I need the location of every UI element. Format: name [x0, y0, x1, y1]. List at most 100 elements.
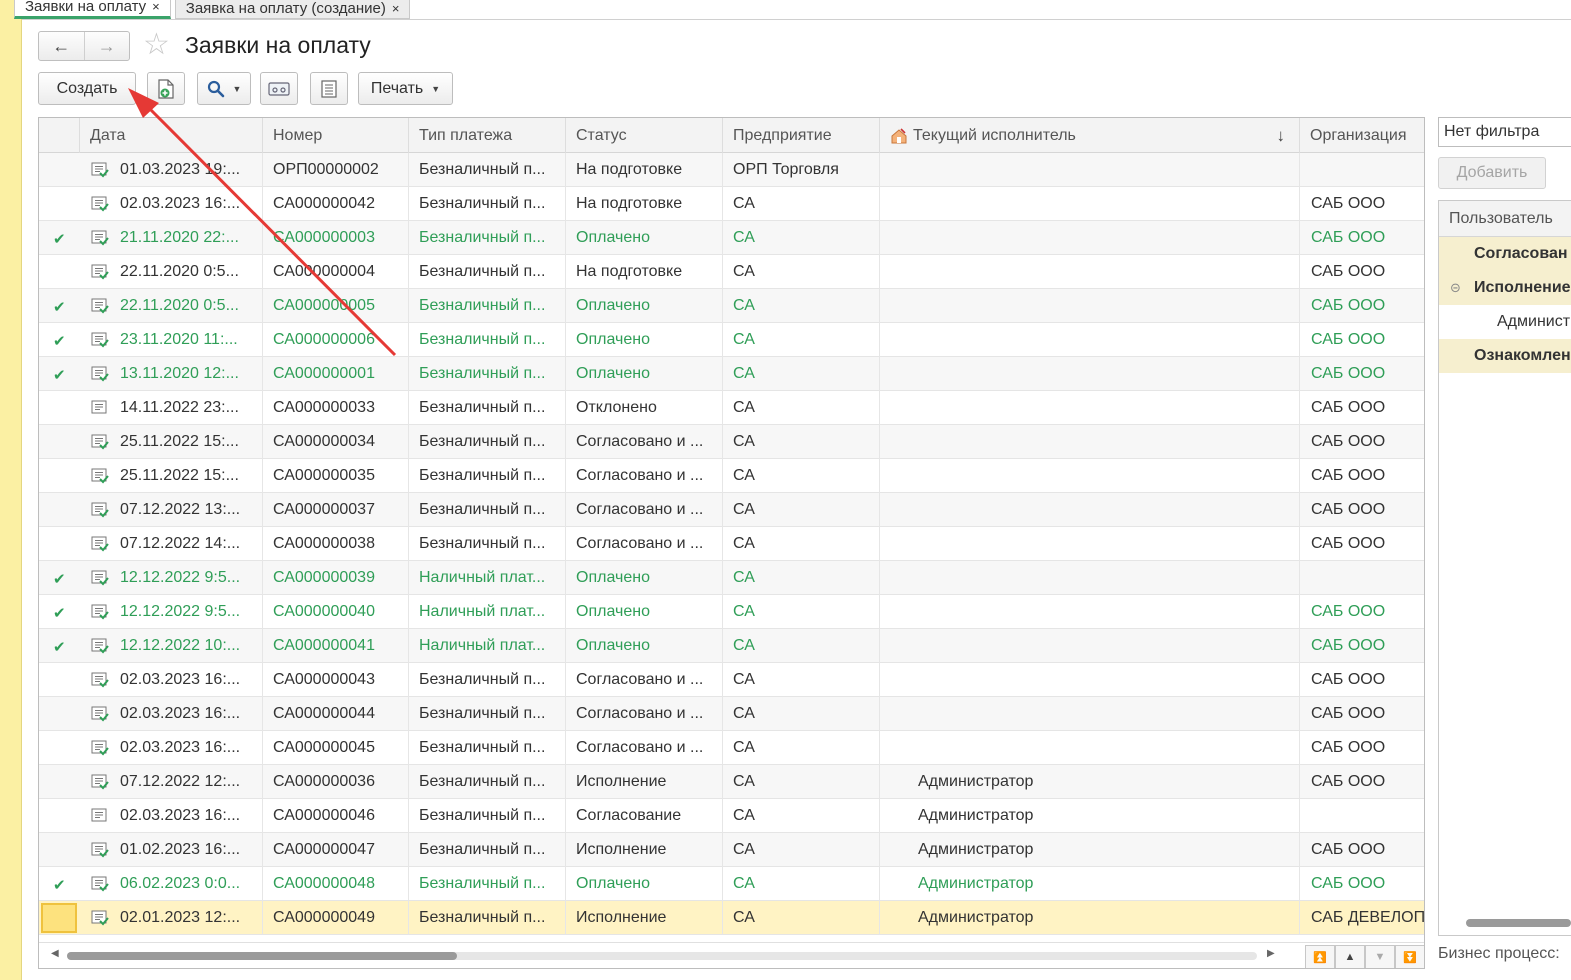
go-to-first-icon[interactable]: ⏫: [1305, 945, 1335, 968]
tab-payment-requests[interactable]: Заявки на оплату ×: [14, 0, 171, 19]
scroll-right-icon[interactable]: ▶: [1267, 948, 1275, 959]
scroll-left-icon[interactable]: ◀: [51, 948, 59, 959]
table-row[interactable]: 02.03.2023 16:... СА000000043 Безналичный …: [39, 663, 1424, 697]
column-header-user[interactable]: Пользователь: [1439, 201, 1571, 237]
print-button[interactable]: Печать ▼: [358, 72, 453, 105]
cell-enterprise: СА: [723, 901, 880, 935]
table-row[interactable]: 22.11.2020 0:5... СА000000004 Безналичный …: [39, 255, 1424, 289]
cell-status: Согласовано и ...: [566, 425, 723, 459]
history-nav: ← →: [38, 31, 130, 61]
column-header-mark[interactable]: [39, 118, 80, 153]
cell-enterprise: СА: [723, 187, 880, 221]
table-row[interactable]: 07.12.2022 14:... СА000000038 Безналичный …: [39, 527, 1424, 561]
cell-date: 25.11.2022 15:...: [80, 425, 263, 459]
cell-status: Согласовано и ...: [566, 459, 723, 493]
cell-payment-type: Безналичный п...: [409, 255, 566, 289]
table-row[interactable]: ✔ 12.12.2022 10:... СА000000041 Наличный пл…: [39, 629, 1424, 663]
cell-status: Оплачено: [566, 629, 723, 663]
column-header-status[interactable]: Статус: [566, 118, 723, 153]
table-row[interactable]: ✔ 12.12.2022 9:5... СА000000039 Наличный пл…: [39, 561, 1424, 595]
close-icon[interactable]: ×: [392, 2, 400, 15]
arrow-left-icon[interactable]: ←: [39, 32, 84, 60]
arrow-right-icon[interactable]: →: [83, 32, 130, 60]
list-settings-button[interactable]: [310, 72, 348, 105]
create-button[interactable]: Создать: [38, 72, 136, 105]
chevron-down-icon: ▼: [431, 83, 441, 94]
table-row[interactable]: 01.02.2023 16:... СА000000047 Безналичный …: [39, 833, 1424, 867]
add-button[interactable]: Добавить: [1438, 157, 1546, 189]
table-row[interactable]: 02.03.2023 16:... СА000000044 Безналичный …: [39, 697, 1424, 731]
table-row[interactable]: 14.11.2022 23:... СА000000033 Безналичный …: [39, 391, 1424, 425]
page-up-icon[interactable]: ▲: [1335, 945, 1365, 968]
cell-payment-type: Безналичный п...: [409, 663, 566, 697]
cell-payment-type: Безналичный п...: [409, 391, 566, 425]
column-header-executor-label: Текущий исполнитель: [913, 126, 1076, 144]
cell-executor: [880, 731, 1300, 765]
cell-enterprise: СА: [723, 629, 880, 663]
cell-enterprise: СА: [723, 833, 880, 867]
horizontal-scrollbar[interactable]: ◀ ▶ ⏫ ▲ ▼ ⏬: [39, 942, 1424, 968]
table-row[interactable]: 25.11.2022 15:... СА000000034 Безналичный …: [39, 425, 1424, 459]
page-title: Заявки на оплату: [185, 32, 371, 58]
tree-item-row[interactable]: Админист: [1439, 305, 1571, 339]
cell-executor: Администратор: [880, 799, 1300, 833]
process-filter-field[interactable]: Нет фильтра: [1438, 117, 1571, 147]
cell-status: Оплачено: [566, 595, 723, 629]
column-header-date[interactable]: Дата: [80, 118, 263, 153]
task-icon: [891, 127, 907, 143]
cell-organization: САБ ООО: [1311, 433, 1386, 450]
tree-group-row[interactable]: Согласован: [1439, 237, 1571, 271]
column-header-enterprise[interactable]: Предприятие: [723, 118, 880, 153]
cell-number: СА000000040: [263, 595, 409, 629]
page-down-icon[interactable]: ▼: [1365, 945, 1395, 968]
tree-group-row[interactable]: ⊝ Исполнение: [1439, 271, 1571, 305]
column-header-executor[interactable]: Текущий исполнитель ↓: [880, 118, 1300, 153]
star-icon[interactable]: ☆: [143, 30, 170, 60]
cell-executor: Администратор: [880, 765, 1300, 799]
cell-number: СА000000033: [263, 391, 409, 425]
cell-executor: [880, 629, 1300, 663]
table-row[interactable]: ✔ 21.11.2020 22:... СА000000003 Безналичный…: [39, 221, 1424, 255]
cell-number: СА000000037: [263, 493, 409, 527]
new-document-icon: [158, 78, 174, 99]
cell-enterprise: СА: [723, 323, 880, 357]
scrollbar-thumb[interactable]: [67, 952, 457, 960]
cell-executor: [880, 289, 1300, 323]
go-to-last-icon[interactable]: ⏬: [1395, 945, 1424, 968]
cell-organization: САБ ООО: [1311, 705, 1386, 722]
tree-row-label: Согласован: [1474, 245, 1568, 262]
table-row[interactable]: ✔ 22.11.2020 0:5... СА000000005 Безналичный…: [39, 289, 1424, 323]
column-header-payment-type[interactable]: Тип платежа: [409, 118, 566, 153]
table-row[interactable]: 01.03.2023 19:... ОРП00000002 Безналичный …: [39, 153, 1424, 187]
collapse-icon[interactable]: ⊝: [1450, 280, 1474, 296]
search-button[interactable]: ▼: [197, 72, 251, 105]
table-row[interactable]: 02.03.2023 16:... СА000000042 Безналичный …: [39, 187, 1424, 221]
close-icon[interactable]: ×: [152, 0, 160, 13]
table-row[interactable]: 02.03.2023 16:... СА000000046 Безналичный …: [39, 799, 1424, 833]
tree-group-row[interactable]: Ознакомлен: [1439, 339, 1571, 373]
cell-number: СА000000048: [263, 867, 409, 901]
scrollbar-thumb[interactable]: [1466, 919, 1571, 927]
column-header-number[interactable]: Номер: [263, 118, 409, 153]
checkmark-icon: ✔: [53, 605, 66, 622]
cell-executor: Администратор: [880, 867, 1300, 901]
cell-enterprise: СА: [723, 595, 880, 629]
table-row[interactable]: 07.12.2022 12:... СА000000036 Безналичный …: [39, 765, 1424, 799]
table-row[interactable]: ✔ 06.02.2023 0:0... СА000000048 Безналичный…: [39, 867, 1424, 901]
table-row[interactable]: 07.12.2022 13:... СА000000037 Безналичный …: [39, 493, 1424, 527]
table-row[interactable]: 25.11.2022 15:... СА000000035 Безналичный …: [39, 459, 1424, 493]
cell-number: СА000000001: [263, 357, 409, 391]
checkmark-icon: ✔: [53, 333, 66, 350]
cell-payment-type: Безналичный п...: [409, 357, 566, 391]
payment-requests-table: Дата Номер Тип платежа Статус Предприяти…: [38, 117, 1425, 969]
table-row[interactable]: ✔ 13.11.2020 12:... СА000000001 Безналичный…: [39, 357, 1424, 391]
cell-executor: [880, 153, 1300, 187]
report-button[interactable]: [260, 72, 298, 105]
table-row[interactable]: 02.03.2023 16:... СА000000045 Безналичный …: [39, 731, 1424, 765]
table-row[interactable]: 02.01.2023 12:... СА000000049 Безналичный …: [39, 901, 1424, 935]
table-row[interactable]: ✔ 23.11.2020 11:... СА000000006 Безналичный…: [39, 323, 1424, 357]
tab-payment-request-create[interactable]: Заявка на оплату (создание) ×: [174, 0, 411, 19]
column-header-organization[interactable]: Организация: [1300, 118, 1424, 153]
table-row[interactable]: ✔ 12.12.2022 9:5... СА000000040 Наличный пл…: [39, 595, 1424, 629]
create-copy-button[interactable]: [147, 72, 185, 105]
